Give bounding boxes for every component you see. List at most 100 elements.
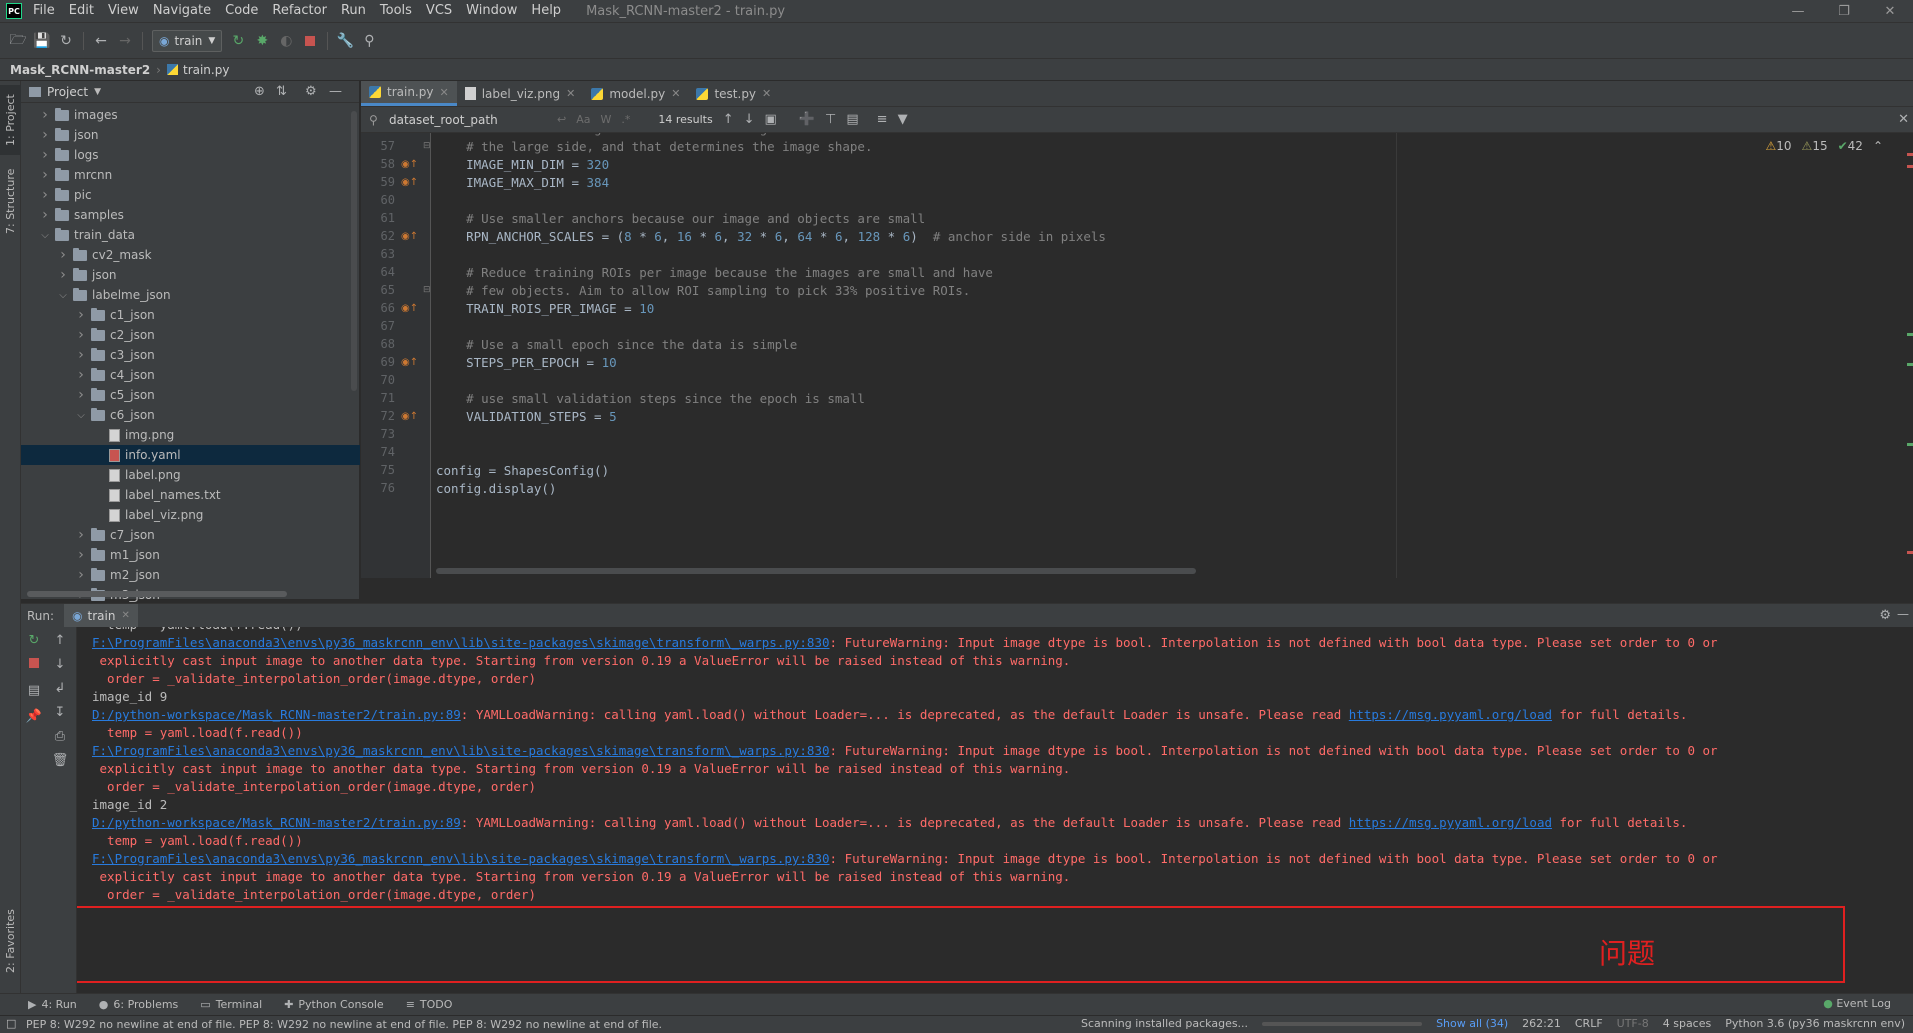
event-log-button[interactable]: ● Event Log (1823, 997, 1891, 1010)
search-settings-icon[interactable]: ≡ (877, 112, 888, 127)
chevron-right-icon[interactable]: › (75, 387, 87, 403)
error-stripe-mark[interactable] (1907, 165, 1913, 168)
menu-file[interactable]: File (26, 0, 62, 22)
tree-item-mrcnn[interactable]: › mrcnn (21, 165, 360, 185)
regex-history-icon[interactable]: ↩ (557, 113, 566, 126)
line-number[interactable]: 57 (361, 139, 395, 153)
menu-refactor[interactable]: Refactor (265, 0, 334, 22)
tree-item-c4-json[interactable]: › c4_json (21, 365, 360, 385)
menu-navigate[interactable]: Navigate (146, 0, 218, 22)
restore-icon[interactable]: ❐ (1821, 0, 1867, 22)
forward-icon[interactable]: → (113, 29, 137, 53)
gear-icon[interactable]: ⚙ (305, 84, 317, 99)
chevron-right-icon[interactable]: › (75, 367, 87, 383)
editor-scrollbar-horizontal[interactable] (436, 568, 1196, 574)
close-tab-icon[interactable]: ✕ (671, 87, 680, 100)
line-number[interactable]: 73 (361, 427, 395, 441)
caret-position[interactable]: 262:21 (1522, 1017, 1561, 1030)
tree-item-c3-json[interactable]: › c3_json (21, 345, 360, 365)
open-folder-icon[interactable]: 🗁 (6, 29, 30, 53)
line-separator[interactable]: CRLF (1575, 1017, 1603, 1030)
console-link[interactable]: F:\ProgramFiles\anaconda3\envs\py36_mask… (92, 635, 830, 650)
match-case-toggle[interactable]: Aa (576, 113, 590, 126)
editor-gutter[interactable]: 56 57 58 ◉↑ 59 ◉↑ 60 61 62 ◉↑ 63 64 65 66 ◉↑ 67 68 69 ◉↑ 70… (361, 133, 431, 578)
line-number[interactable]: 56 (361, 133, 395, 135)
tree-item-label-png[interactable]: label.png (21, 465, 360, 485)
chevron-right-icon[interactable]: › (39, 207, 51, 223)
chevron-right-icon[interactable]: › (39, 187, 51, 203)
chevron-right-icon[interactable]: › (39, 147, 51, 163)
line-number[interactable]: 69 (361, 355, 395, 369)
bottom-tab-4-run[interactable]: ▶ 4: Run (28, 998, 77, 1011)
menu-code[interactable]: Code (218, 0, 265, 22)
coverage-icon[interactable]: ◐ (274, 29, 298, 53)
tab-label-viz-png[interactable]: label_viz.png ✕ (457, 81, 584, 106)
show-all-tasks-link[interactable]: Show all (34) (1436, 1017, 1508, 1030)
layout-icon[interactable]: ▤ (21, 683, 47, 698)
tree-item-info-yaml[interactable]: info.yaml (21, 445, 360, 465)
chevron-up-icon[interactable]: ⌃ (1873, 139, 1883, 153)
chevron-right-icon[interactable]: › (75, 527, 87, 543)
previous-occurrence-icon[interactable]: ↑ (723, 112, 734, 127)
tree-item-c5-json[interactable]: › c5_json (21, 385, 360, 405)
tree-scrollbar-vertical[interactable] (351, 111, 357, 391)
run-config-select[interactable]: ◉ train ▼ (152, 29, 223, 52)
close-search-icon[interactable]: ✕ (1898, 112, 1909, 127)
console-link[interactable]: D:/python-workspace/Mask_RCNN-master2/tr… (92, 707, 461, 722)
override-marker-icon[interactable]: ◉↑ (401, 411, 418, 422)
fold-icon[interactable]: ⊟ (423, 285, 431, 295)
status-toggle-icon[interactable]: □ (6, 1017, 16, 1030)
line-number[interactable]: 60 (361, 193, 395, 207)
remove-occurrence-icon[interactable]: ⊤ (825, 112, 836, 127)
menu-vcs[interactable]: VCS (419, 0, 459, 22)
collapse-all-icon[interactable]: ⇅ (276, 84, 287, 99)
code-editor[interactable]: 565758◉↑59◉↑606162◉↑63646566◉↑676869◉↑70… (361, 133, 1913, 578)
console-link[interactable]: F:\ProgramFiles\anaconda3\envs\py36_mask… (92, 851, 830, 866)
line-number[interactable]: 65 (361, 283, 395, 297)
console-link[interactable]: D:/python-workspace/Mask_RCNN-master2/tr… (92, 815, 461, 830)
filter-icon[interactable]: ▼ (898, 112, 908, 127)
override-marker-icon[interactable]: ◉↑ (401, 357, 418, 368)
tab-test-py[interactable]: test.py ✕ (688, 81, 779, 106)
search-input[interactable] (367, 109, 547, 130)
file-encoding[interactable]: UTF-8 (1617, 1017, 1649, 1030)
tree-item-label-names-txt[interactable]: label_names.txt (21, 485, 360, 505)
chevron-right-icon[interactable]: › (57, 267, 69, 283)
tree-item-labelme-json[interactable]: ⌵ labelme_json (21, 285, 360, 305)
close-tab-icon[interactable]: ✕ (439, 86, 448, 99)
console-link[interactable]: F:\ProgramFiles\anaconda3\envs\py36_mask… (92, 743, 830, 758)
hide-panel-icon[interactable]: — (329, 84, 342, 99)
gear-icon[interactable]: ⚙ (1879, 608, 1891, 623)
minimize-icon[interactable]: — (1775, 0, 1821, 22)
menu-tools[interactable]: Tools (373, 0, 419, 22)
line-number[interactable]: 63 (361, 247, 395, 261)
bottom-tab-6-problems[interactable]: ● 6: Problems (99, 998, 179, 1011)
override-marker-icon[interactable]: ◉↑ (401, 177, 418, 188)
stop-icon[interactable] (298, 29, 322, 53)
tree-item-c7-json[interactable]: › c7_json (21, 525, 360, 545)
line-number[interactable]: 61 (361, 211, 395, 225)
up-arrow-icon[interactable]: ↑ (47, 633, 73, 648)
line-number[interactable]: 67 (361, 319, 395, 333)
chevron-right-icon[interactable]: › (39, 107, 51, 123)
tool-tab-project[interactable]: 1: Project (0, 85, 21, 155)
stop-icon[interactable] (21, 657, 47, 672)
menu-window[interactable]: Window (459, 0, 524, 22)
search-icon[interactable]: ⚲ (369, 113, 378, 127)
chevron-right-icon[interactable]: › (75, 567, 87, 583)
tree-item-json[interactable]: › json (21, 125, 360, 145)
console-link[interactable]: https://msg.pyyaml.org/load (1349, 707, 1552, 722)
tree-item-pic[interactable]: › pic (21, 185, 360, 205)
run-tab-train[interactable]: ◉ train ✕ (64, 603, 138, 628)
line-number[interactable]: 58 (361, 157, 395, 171)
console-link[interactable]: https://msg.pyyaml.org/load (1349, 815, 1552, 830)
chevron-down-icon[interactable]: ▼ (94, 87, 101, 97)
inspection-widget[interactable]: ⚠10 ⚠15 ✔42 ⌃ (1766, 139, 1884, 153)
menu-help[interactable]: Help (524, 0, 568, 22)
tree-item-c1-json[interactable]: › c1_json (21, 305, 360, 325)
settings-wrench-icon[interactable]: 🔧 (333, 29, 357, 53)
change-stripe-mark[interactable] (1907, 443, 1913, 446)
menu-view[interactable]: View (101, 0, 146, 22)
chevron-right-icon[interactable]: › (57, 247, 69, 263)
chevron-right-icon[interactable]: › (75, 547, 87, 563)
